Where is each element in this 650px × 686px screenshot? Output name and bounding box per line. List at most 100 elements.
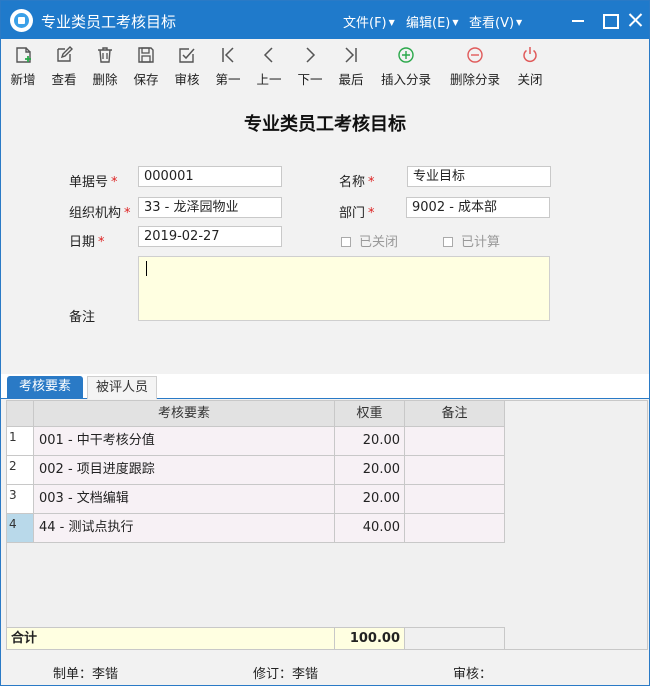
- last-button[interactable]: 最后: [336, 45, 366, 88]
- dept-label-text: 部门: [339, 206, 366, 221]
- name-label: 名称 *: [339, 171, 375, 190]
- title-bar: 专业类员工考核目标 文件(F) ▼ 编辑(E) ▼ 查看(V) ▼: [1, 1, 649, 39]
- tab-assessment-items[interactable]: 考核要素: [7, 376, 83, 399]
- close-button-label: 关闭: [517, 72, 543, 87]
- tab-evaluated-staff[interactable]: 被评人员: [87, 376, 157, 399]
- caret-down-icon: ▼: [452, 18, 459, 27]
- first-icon: [222, 47, 234, 63]
- prev-button[interactable]: 上一: [254, 45, 284, 88]
- table-cell-item[interactable]: 002 - 项目进度跟踪: [34, 456, 335, 485]
- required-mark: *: [368, 175, 375, 190]
- total-note: [405, 627, 505, 649]
- row-number[interactable]: 1: [7, 427, 34, 456]
- table-cell-weight[interactable]: 20.00: [335, 456, 405, 485]
- table-cell-item[interactable]: 001 - 中干考核分值: [34, 427, 335, 456]
- next-button[interactable]: 下一: [295, 45, 325, 88]
- menu-edit[interactable]: 编辑(E) ▼: [406, 12, 459, 31]
- edit-icon: [57, 46, 73, 62]
- row-number[interactable]: 3: [7, 485, 34, 514]
- table-cell-note[interactable]: [405, 427, 505, 456]
- name-field[interactable]: 专业目标: [407, 166, 551, 187]
- minimize-button[interactable]: [567, 9, 589, 31]
- prev-button-label: 上一: [256, 72, 282, 87]
- add-doc-icon: [16, 47, 31, 63]
- closed-checkbox[interactable]: 已关闭: [341, 231, 398, 250]
- close-window-button[interactable]: [624, 9, 646, 31]
- name-label-text: 名称: [339, 175, 366, 190]
- row-number[interactable]: 2: [7, 456, 34, 485]
- toolbar: 新增 查看 删除 保存 审核 第一 上一 下一 最后 插入分录 删除分录 关闭: [1, 39, 649, 91]
- required-mark: *: [368, 206, 375, 221]
- delete-button-label: 删除: [92, 72, 118, 87]
- maximize-button[interactable]: [598, 9, 620, 31]
- calculated-label: 已计算: [461, 235, 501, 250]
- table-cell-weight[interactable]: 40.00: [335, 514, 405, 543]
- table-cell-note[interactable]: [405, 514, 505, 543]
- column-header-weight[interactable]: 权重: [335, 401, 405, 427]
- minus-circle-icon: [467, 47, 483, 63]
- delete-entry-button[interactable]: 删除分录: [446, 45, 504, 88]
- reviser-text: 修订：李锴: [253, 667, 319, 682]
- power-icon: [523, 47, 537, 63]
- save-button-label: 保存: [133, 72, 159, 87]
- close-button[interactable]: 关闭: [515, 45, 545, 88]
- doc-no-field[interactable]: 000001: [138, 166, 282, 187]
- closed-label: 已关闭: [359, 235, 399, 250]
- next-button-label: 下一: [297, 72, 323, 87]
- save-button[interactable]: 保存: [131, 45, 161, 88]
- doc-no-label: 单据号 *: [69, 171, 118, 190]
- delete-button[interactable]: 删除: [90, 45, 120, 88]
- window-title: 专业类员工考核目标: [41, 13, 177, 31]
- last-button-label: 最后: [338, 72, 364, 87]
- trash-icon: [98, 47, 112, 63]
- save-icon: [138, 47, 154, 63]
- grid-corner-cell: [7, 401, 34, 427]
- window: 专业类员工考核目标 文件(F) ▼ 编辑(E) ▼ 查看(V) ▼ 新增 查看 删除 …: [0, 0, 650, 686]
- menu-view-label: 查看(V): [469, 16, 515, 31]
- required-mark: *: [124, 206, 131, 221]
- first-button[interactable]: 第一: [213, 45, 243, 88]
- table-cell-weight[interactable]: 20.00: [335, 485, 405, 514]
- menu-view[interactable]: 查看(V) ▼: [469, 12, 522, 31]
- tab-strip: 考核要素 被评人员: [1, 374, 649, 399]
- maker-text: 制单：李锴: [53, 667, 119, 682]
- column-header-note[interactable]: 备注: [405, 401, 505, 427]
- insert-entry-label: 插入分录: [380, 72, 431, 87]
- dept-field[interactable]: 9002 - 成本部: [406, 197, 550, 218]
- date-label: 日期 *: [69, 231, 105, 250]
- date-field[interactable]: 2019-02-27: [138, 226, 282, 247]
- org-label-text: 组织机构: [69, 206, 122, 221]
- view-button[interactable]: 查看: [49, 45, 79, 88]
- row-number-selected[interactable]: 4: [7, 514, 34, 543]
- table-cell-item[interactable]: 003 - 文档编辑: [34, 485, 335, 514]
- table-cell-note[interactable]: [405, 456, 505, 485]
- table-cell-note[interactable]: [405, 485, 505, 514]
- org-field[interactable]: 33 - 龙泽园物业: [138, 197, 282, 218]
- table-cell-item[interactable]: 44 - 测试点执行: [34, 514, 335, 543]
- column-header-item[interactable]: 考核要素: [34, 401, 335, 427]
- doc-no-label-text: 单据号: [69, 175, 109, 190]
- total-weight: 100.00: [335, 627, 405, 649]
- table-cell-weight[interactable]: 20.00: [335, 427, 405, 456]
- required-mark: *: [111, 175, 118, 190]
- text-cursor: [146, 261, 147, 276]
- insert-entry-button[interactable]: 插入分录: [377, 45, 435, 88]
- menu-edit-label: 编辑(E): [406, 16, 451, 31]
- remark-label: 备注: [69, 310, 96, 325]
- status-footer: 制单：李锴 修订：李锴 审核：: [1, 653, 649, 685]
- approve-button[interactable]: 审核: [172, 45, 202, 88]
- menu-file[interactable]: 文件(F) ▼: [343, 12, 395, 31]
- checkbox-box: [341, 237, 351, 247]
- next-icon: [306, 47, 316, 63]
- dept-label: 部门 *: [339, 202, 375, 221]
- delete-entry-label: 删除分录: [449, 72, 500, 87]
- approve-button-label: 审核: [174, 72, 200, 87]
- auditor-text: 审核：: [453, 667, 493, 682]
- prev-icon: [263, 47, 273, 63]
- org-label: 组织机构 *: [69, 202, 131, 221]
- first-button-label: 第一: [215, 72, 241, 87]
- remark-textarea[interactable]: [138, 256, 550, 321]
- page-title: 专业类员工考核目标: [244, 114, 406, 135]
- calculated-checkbox[interactable]: 已计算: [443, 231, 500, 250]
- new-button[interactable]: 新增: [8, 45, 38, 88]
